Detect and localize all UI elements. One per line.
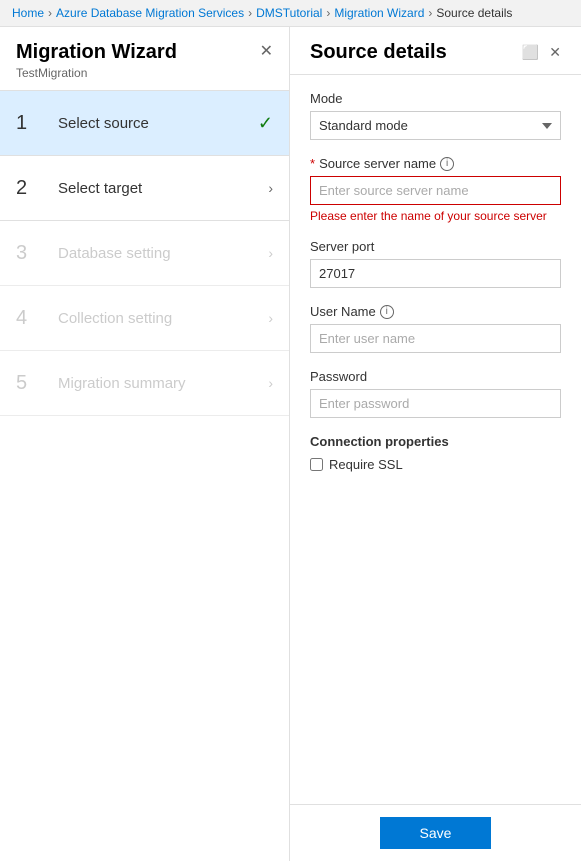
- server-port-input[interactable]: [310, 259, 561, 288]
- mode-label: Mode: [310, 91, 561, 106]
- step-4-number: 4: [16, 304, 44, 332]
- breadcrumb-sep-1: ›: [48, 6, 52, 20]
- close-icon[interactable]: ✕: [549, 44, 561, 61]
- password-input[interactable]: [310, 389, 561, 418]
- step-4-label: Collection setting: [58, 310, 268, 327]
- wizard-step-1[interactable]: 1 Select source ✓: [0, 91, 289, 156]
- server-name-group: * Source server name i Please enter the …: [310, 156, 561, 223]
- step-5-number: 5: [16, 369, 44, 397]
- details-title: Source details: [310, 41, 447, 64]
- wizard-close-button[interactable]: ✕: [260, 41, 273, 61]
- step-3-arrow-icon: ›: [268, 245, 273, 261]
- wizard-subtitle: TestMigration: [16, 66, 177, 80]
- server-name-label-text: Source server name: [319, 156, 436, 171]
- username-input[interactable]: [310, 324, 561, 353]
- step-2-label: Select target: [58, 180, 268, 197]
- details-footer: Save: [290, 804, 581, 861]
- username-label-text: User Name: [310, 304, 376, 319]
- server-name-label: * Source server name i: [310, 156, 561, 171]
- wizard-steps: 1 Select source ✓ 2 Select target › 3 Da…: [0, 91, 289, 861]
- wizard-title: Migration Wizard: [16, 41, 177, 64]
- breadcrumb-dmstutorial[interactable]: DMSTutorial: [256, 6, 322, 20]
- details-header-icons: ⬜ ✕: [522, 44, 561, 61]
- details-header: Source details ⬜ ✕: [290, 27, 581, 75]
- save-button[interactable]: Save: [380, 817, 492, 849]
- step-2-number: 2: [16, 174, 44, 202]
- server-name-input[interactable]: [310, 176, 561, 205]
- breadcrumb-current: Source details: [436, 6, 512, 20]
- required-indicator: *: [310, 156, 315, 171]
- wizard-panel: Migration Wizard TestMigration ✕ 1 Selec…: [0, 27, 290, 861]
- ssl-checkbox-group: Require SSL: [310, 457, 561, 472]
- step-2-arrow-icon: ›: [268, 180, 273, 196]
- username-label: User Name i: [310, 304, 561, 319]
- step-3-label: Database setting: [58, 245, 268, 262]
- password-group: Password: [310, 369, 561, 418]
- password-label: Password: [310, 369, 561, 384]
- details-panel: Source details ⬜ ✕ Mode Standard mode Co…: [290, 27, 581, 861]
- mode-group: Mode Standard mode Connection string mod…: [310, 91, 561, 140]
- username-group: User Name i: [310, 304, 561, 353]
- step-3-number: 3: [16, 239, 44, 267]
- step-1-check-icon: ✓: [258, 113, 273, 134]
- breadcrumb-home[interactable]: Home: [12, 6, 44, 20]
- ssl-label: Require SSL: [329, 457, 403, 472]
- username-info-icon[interactable]: i: [380, 305, 394, 319]
- step-1-number: 1: [16, 109, 44, 137]
- breadcrumb-dms[interactable]: Azure Database Migration Services: [56, 6, 244, 20]
- wizard-header: Migration Wizard TestMigration ✕: [0, 27, 289, 91]
- breadcrumb: Home › Azure Database Migration Services…: [0, 0, 581, 27]
- breadcrumb-sep-3: ›: [326, 6, 330, 20]
- details-form: Mode Standard mode Connection string mod…: [290, 75, 581, 804]
- wizard-step-3: 3 Database setting ›: [0, 221, 289, 286]
- wizard-step-5: 5 Migration summary ›: [0, 351, 289, 416]
- wizard-step-4: 4 Collection setting ›: [0, 286, 289, 351]
- breadcrumb-sep-2: ›: [248, 6, 252, 20]
- step-5-arrow-icon: ›: [268, 375, 273, 391]
- restore-icon[interactable]: ⬜: [522, 44, 539, 61]
- connection-properties-group: Connection properties Require SSL: [310, 434, 561, 472]
- ssl-checkbox[interactable]: [310, 458, 323, 471]
- connection-properties-label: Connection properties: [310, 434, 561, 449]
- breadcrumb-sep-4: ›: [428, 6, 432, 20]
- breadcrumb-migration-wizard[interactable]: Migration Wizard: [334, 6, 424, 20]
- server-name-error: Please enter the name of your source ser…: [310, 209, 561, 223]
- server-port-label: Server port: [310, 239, 561, 254]
- server-port-group: Server port: [310, 239, 561, 288]
- step-4-arrow-icon: ›: [268, 310, 273, 326]
- wizard-step-2[interactable]: 2 Select target ›: [0, 156, 289, 221]
- step-5-label: Migration summary: [58, 375, 268, 392]
- step-1-label: Select source: [58, 115, 258, 132]
- server-name-info-icon[interactable]: i: [440, 157, 454, 171]
- mode-select[interactable]: Standard mode Connection string mode: [310, 111, 561, 140]
